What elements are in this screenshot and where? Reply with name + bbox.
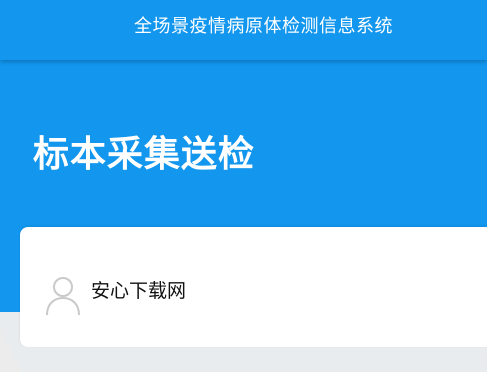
user-avatar-icon[interactable] — [45, 275, 81, 316]
app-header: 全场景疫情病原体检测信息系统 — [0, 0, 487, 60]
app-title: 全场景疫情病原体检测信息系统 — [134, 16, 393, 37]
background-corner — [0, 330, 22, 372]
user-card: 安心下载网 — [20, 227, 487, 347]
user-name: 安心下载网 — [91, 280, 187, 302]
page-title: 标本采集送检 — [33, 134, 256, 175]
